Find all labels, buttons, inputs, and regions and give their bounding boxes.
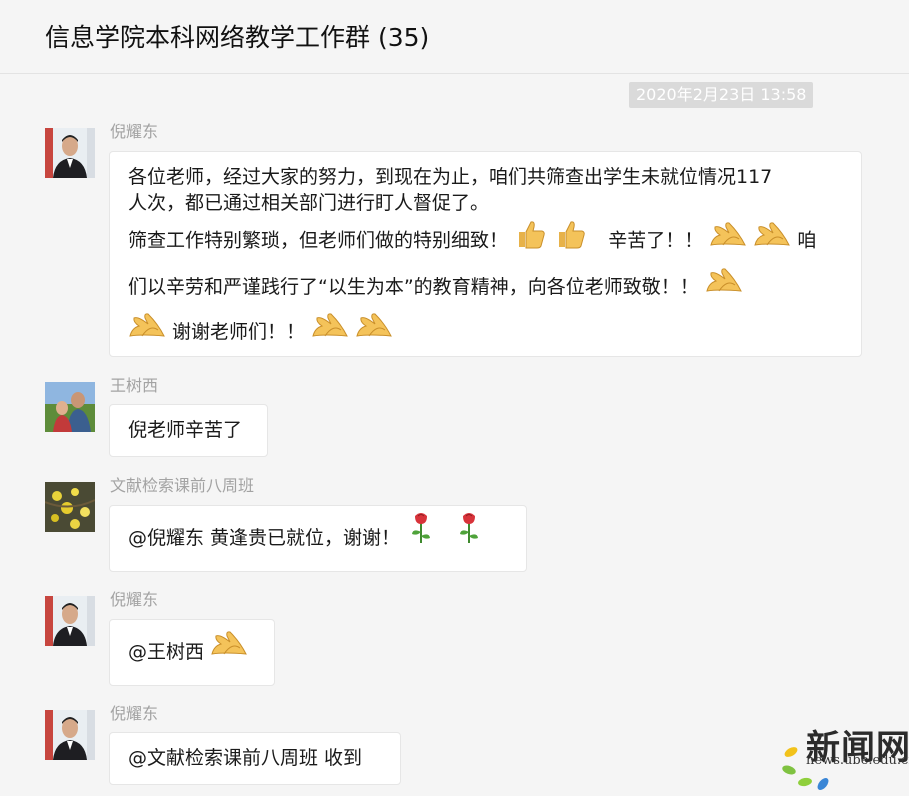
sender-name: 倪耀东: [110, 122, 159, 141]
avatar[interactable]: [45, 710, 95, 760]
message-text: @王树西: [128, 641, 205, 663]
sender-name: 文献检索课前八周班: [110, 476, 255, 495]
clap-icon: [709, 219, 747, 263]
clap-icon: [210, 620, 248, 685]
message-text: @倪耀东 黄逢贵已就位，谢谢！: [128, 527, 401, 549]
sender-name: 倪耀东: [110, 704, 159, 723]
message-text: 筛查工作特别繁琐，但老师们做的特别细致！: [128, 229, 509, 252]
message-text: 辛苦了！！: [608, 229, 704, 252]
message-bubble[interactable]: @王树西: [109, 619, 275, 686]
message-bubble[interactable]: 倪老师辛苦了: [109, 404, 268, 457]
rose-icon: [454, 506, 484, 571]
chat-header: 信息学院本科网络教学工作群 (35): [0, 0, 909, 74]
message-bubble[interactable]: 各位老师，经过大家的努力，到现在为止，咱们共筛查出学生未就位情况117 人次，都…: [109, 151, 862, 357]
clap-icon: [753, 219, 791, 263]
message-text-line: 们以辛劳和严谨践行了“以生为本”的教育精神，向各位老师致敬！！: [128, 265, 843, 310]
message-text: 人次，都已通过相关部门进行盯人督促了。: [128, 192, 490, 214]
chat-title[interactable]: 信息学院本科网络教学工作群 (35): [45, 20, 429, 56]
message-text-line: 筛查工作特别繁琐，但老师们做的特别细致！ 辛苦了！！ 咱: [128, 217, 843, 265]
message-text: @文献检索课前八周班 收到: [128, 747, 363, 769]
message-bubble[interactable]: @文献检索课前八周班 收到: [109, 732, 401, 785]
watermark-url: news.ube.edu.cn: [806, 753, 909, 768]
avatar[interactable]: [45, 382, 95, 432]
clap-icon: [311, 310, 349, 355]
avatar[interactable]: [45, 482, 95, 532]
avatar-portrait-icon: [45, 710, 95, 760]
sender-name: 王树西: [110, 376, 159, 395]
avatar-flowers-icon: [45, 482, 95, 532]
message-text: 咱: [797, 229, 817, 252]
message-text-line: 谢谢老师们！！: [128, 310, 843, 355]
sender-name: 倪耀东: [110, 590, 159, 609]
thumbs-up-icon: [554, 217, 588, 265]
message-text-line: @王树西: [128, 620, 256, 685]
avatar-portrait-icon: [45, 128, 95, 178]
message-text-line: @倪耀东 黄逢贵已就位，谢谢！: [128, 506, 508, 571]
message-bubble[interactable]: @倪耀东 黄逢贵已就位，谢谢！: [109, 505, 527, 572]
message-text: 谢谢老师们！！: [172, 321, 306, 343]
clap-icon: [355, 310, 393, 355]
avatar[interactable]: [45, 596, 95, 646]
clap-icon: [128, 310, 166, 355]
avatar-portrait-icon: [45, 596, 95, 646]
thumbs-up-icon: [514, 217, 548, 265]
clap-icon: [705, 265, 743, 310]
avatar[interactable]: [45, 128, 95, 178]
message-text: 们以辛劳和严谨践行了“以生为本”的教育精神，向各位老师致敬！！: [128, 276, 699, 298]
rose-icon: [406, 506, 436, 571]
message-timestamp: 2020年2月23日 13:58: [629, 82, 814, 108]
message-text: 倪老师辛苦了: [128, 419, 243, 441]
avatar-photo-icon: [45, 382, 95, 432]
